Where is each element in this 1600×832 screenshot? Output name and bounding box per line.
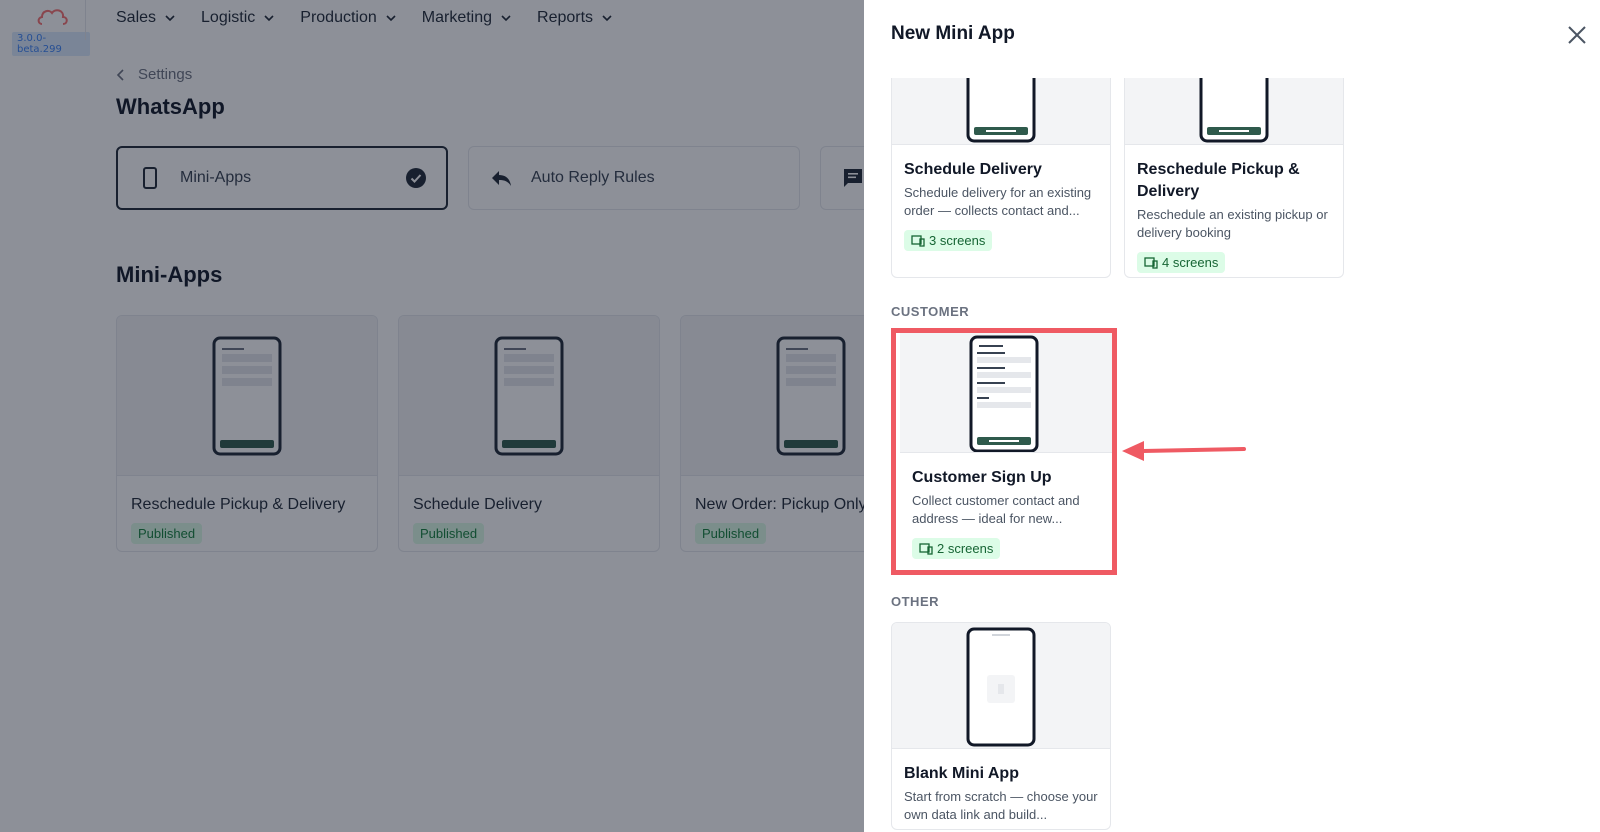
- screens-count: 2 screens: [937, 541, 994, 556]
- phone-mockup-icon: [969, 335, 1039, 452]
- screens-icon: [1144, 256, 1158, 269]
- screens-badge: 3 screens: [904, 230, 993, 251]
- new-mini-app-drawer: New Mini App Schedule Delivery Schedule …: [864, 0, 1600, 832]
- drawer-title: New Mini App: [891, 23, 1015, 44]
- template-name: Schedule Delivery: [904, 161, 1042, 178]
- template-description: Collect customer contact and address — i…: [912, 493, 1080, 526]
- screens-icon: [919, 542, 933, 555]
- screens-badge: 2 screens: [912, 538, 1001, 559]
- close-icon[interactable]: [1566, 24, 1588, 46]
- template-description: Reschedule an existing pickup or deliver…: [1137, 207, 1328, 240]
- phone-preview: [900, 333, 1116, 453]
- template-card-customer-sign-up[interactable]: Customer Sign Up Collect customer contac…: [900, 333, 1116, 569]
- screens-count: 3 screens: [929, 233, 986, 248]
- template-description: Start from scratch — choose your own dat…: [904, 789, 1098, 822]
- template-name: Customer Sign Up: [912, 469, 1052, 486]
- template-description: Schedule delivery for an existing order …: [904, 185, 1092, 218]
- screens-icon: [911, 234, 925, 247]
- category-label-customer: CUSTOMER: [891, 304, 970, 319]
- category-label-other: OTHER: [891, 594, 939, 609]
- template-card-blank-mini-app[interactable]: Blank Mini App Start from scratch — choo…: [891, 622, 1111, 830]
- phone-preview: [892, 623, 1110, 749]
- drawer-header: New Mini App: [864, 0, 1600, 78]
- template-name: Reschedule Pickup & Delivery: [1137, 161, 1300, 200]
- phone-mockup-icon: [966, 627, 1036, 747]
- modal-backdrop[interactable]: [0, 0, 864, 832]
- pointer-arrow-icon: [1122, 441, 1246, 461]
- screens-badge: 4 screens: [1137, 252, 1226, 273]
- screens-count: 4 screens: [1162, 255, 1219, 270]
- template-name: Blank Mini App: [904, 765, 1019, 782]
